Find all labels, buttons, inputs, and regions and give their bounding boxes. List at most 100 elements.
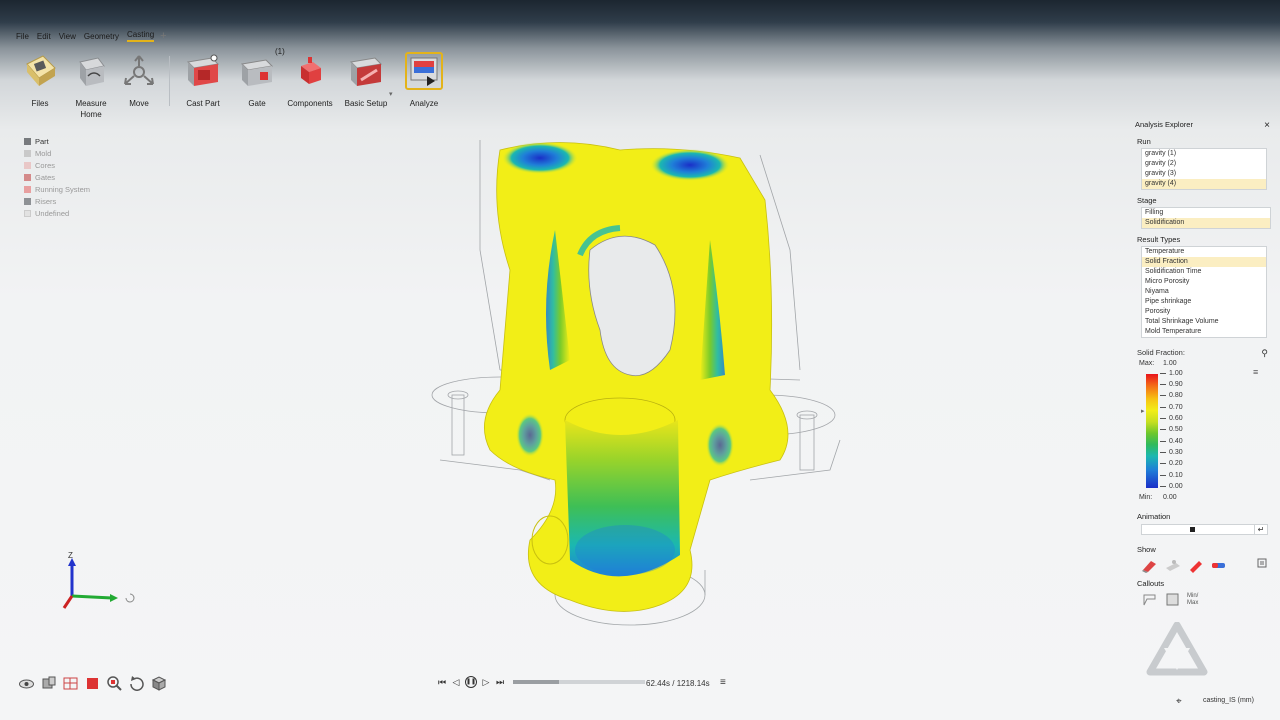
layer-swatch	[24, 161, 31, 169]
view-toolbar	[18, 675, 167, 692]
gate-button[interactable]: Gate	[231, 52, 283, 109]
layer-label: Mold	[35, 148, 52, 158]
result-item[interactable]: Temperature	[1142, 247, 1266, 257]
step-back-icon[interactable]: ◁	[451, 676, 461, 688]
result-types-list[interactable]: Temperature Solid Fraction Solidificatio…	[1141, 246, 1267, 338]
layer-cores[interactable]: Cores	[24, 159, 90, 171]
basic-setup-button[interactable]: Basic Setup	[340, 52, 392, 109]
show-toolbar	[1141, 558, 1272, 573]
callout-probe-icon[interactable]	[1141, 592, 1158, 607]
run-item[interactable]: gravity (3)	[1142, 169, 1266, 179]
view-section-icon[interactable]	[40, 675, 57, 692]
layer-risers[interactable]: Risers	[24, 195, 90, 207]
zoom-fit-icon[interactable]	[106, 675, 123, 692]
components-icon	[291, 52, 329, 90]
legend-tick: 0.80	[1160, 392, 1183, 399]
layer-undefined[interactable]: Undefined	[24, 207, 90, 219]
legend-min-value: 0.00	[1163, 494, 1177, 501]
layer-label: Risers	[35, 196, 57, 206]
menu-casting[interactable]: Casting	[127, 30, 155, 42]
show-mold-icon[interactable]	[1164, 558, 1181, 573]
add-tab-button[interactable]: +	[160, 30, 166, 42]
run-item[interactable]: gravity (2)	[1142, 159, 1266, 169]
result-item[interactable]: Niyama	[1142, 287, 1266, 297]
cast-part-label: Cast Part	[186, 99, 220, 108]
result-item[interactable]: Pipe shrinkage	[1142, 297, 1266, 307]
files-button[interactable]: Files	[14, 52, 66, 109]
view-cube-icon[interactable]	[150, 675, 167, 692]
callout-plane-icon[interactable]	[1164, 592, 1181, 607]
pause-icon[interactable]: ❚❚	[465, 676, 477, 688]
animation-reset-icon[interactable]: ↵	[1254, 524, 1268, 535]
step-forward-icon[interactable]: ▷	[481, 676, 491, 688]
stage-item-selected[interactable]: Solidification	[1142, 218, 1270, 228]
show-menu-icon[interactable]	[1257, 558, 1272, 573]
run-item-selected[interactable]: gravity (4)	[1142, 179, 1266, 189]
view-rotate-icon[interactable]	[128, 675, 145, 692]
legend-tick: 0.10	[1160, 472, 1183, 479]
cast-part-button[interactable]: Cast Part	[177, 52, 229, 109]
layer-label: Running System	[35, 184, 91, 194]
menu-geometry[interactable]: Geometry	[84, 32, 119, 41]
close-icon[interactable]: ×	[1264, 120, 1270, 131]
measure-button[interactable]: Measure Home	[65, 52, 117, 120]
stage-item[interactable]: Filling	[1142, 208, 1270, 218]
run-list[interactable]: gravity (1) gravity (2) gravity (3) grav…	[1141, 148, 1267, 190]
result-item[interactable]: Solidification Time	[1142, 267, 1266, 277]
legend-header: Solid Fraction: ⚲	[1137, 348, 1272, 359]
playback-menu-icon[interactable]: ≡	[720, 677, 726, 688]
analysis-explorer-panel: Analysis Explorer × Run gravity (1) grav…	[1130, 120, 1272, 607]
menu-file[interactable]: File	[16, 32, 29, 41]
panel-title: Analysis Explorer	[1135, 120, 1193, 129]
move-button[interactable]: Move	[113, 52, 165, 109]
stage-list[interactable]: Filling Solidification	[1141, 207, 1271, 229]
3d-viewport[interactable]	[420, 130, 860, 630]
playback-progress[interactable]	[513, 680, 645, 684]
layer-gates[interactable]: Gates	[24, 171, 90, 183]
result-item[interactable]: Mold Temperature	[1142, 327, 1266, 337]
layer-part[interactable]: Part	[24, 135, 90, 147]
result-item[interactable]: Total Shrinkage Volume	[1142, 317, 1266, 327]
files-label: Files	[31, 99, 49, 108]
move-icon	[120, 52, 158, 90]
animation-slider[interactable]: ↵	[1141, 524, 1268, 535]
pin-icon[interactable]: ⚲	[1261, 348, 1268, 359]
legend-tick: 0.30	[1160, 449, 1183, 456]
skip-to-start-icon[interactable]: ⏮	[437, 676, 447, 688]
view-mesh-icon[interactable]	[62, 675, 79, 692]
x-axis	[62, 595, 74, 609]
legend-tick: 0.00	[1160, 483, 1183, 490]
gate-icon	[238, 52, 276, 90]
target-icon[interactable]: ⌖	[1176, 696, 1182, 707]
animation-handle[interactable]	[1190, 527, 1195, 532]
view-eye-icon[interactable]	[18, 675, 35, 692]
result-item-selected[interactable]: Solid Fraction	[1142, 257, 1266, 267]
legend-marker-icon[interactable]: ▸	[1141, 407, 1145, 415]
callout-minmax-button[interactable]: Min/ Max	[1187, 593, 1207, 607]
legend-menu-icon[interactable]: ≡	[1253, 367, 1258, 377]
legend-min-label: Min:	[1139, 494, 1153, 501]
menu-edit[interactable]: Edit	[37, 32, 51, 41]
layer-swatch	[24, 149, 31, 157]
layer-label: Undefined	[35, 208, 70, 218]
analyze-label: Analyze	[409, 99, 439, 108]
layer-mold[interactable]: Mold	[24, 147, 90, 159]
components-button[interactable]: Components	[284, 52, 336, 109]
menu-view[interactable]: View	[59, 32, 76, 41]
home-label: Home	[80, 110, 102, 119]
show-gates-icon[interactable]	[1187, 558, 1204, 573]
animation-label: Animation	[1137, 512, 1171, 521]
color-bar	[1146, 374, 1158, 488]
layer-running-system[interactable]: Running System	[24, 183, 90, 195]
basic-setup-dropdown-icon[interactable]: ▾	[389, 90, 393, 98]
analyze-button[interactable]: Analyze	[398, 52, 450, 109]
move-label: Move	[129, 99, 149, 108]
show-risers-icon[interactable]	[1210, 558, 1227, 573]
view-solid-icon[interactable]	[84, 675, 101, 692]
result-item[interactable]: Micro Porosity	[1142, 277, 1266, 287]
run-item[interactable]: gravity (1)	[1142, 149, 1266, 159]
skip-to-end-icon[interactable]: ⏭	[495, 676, 505, 688]
show-part-icon[interactable]	[1141, 558, 1158, 573]
result-item[interactable]: Porosity	[1142, 307, 1266, 317]
playback-controls: ⏮ ◁ ❚❚ ▷ ⏭	[437, 676, 645, 688]
